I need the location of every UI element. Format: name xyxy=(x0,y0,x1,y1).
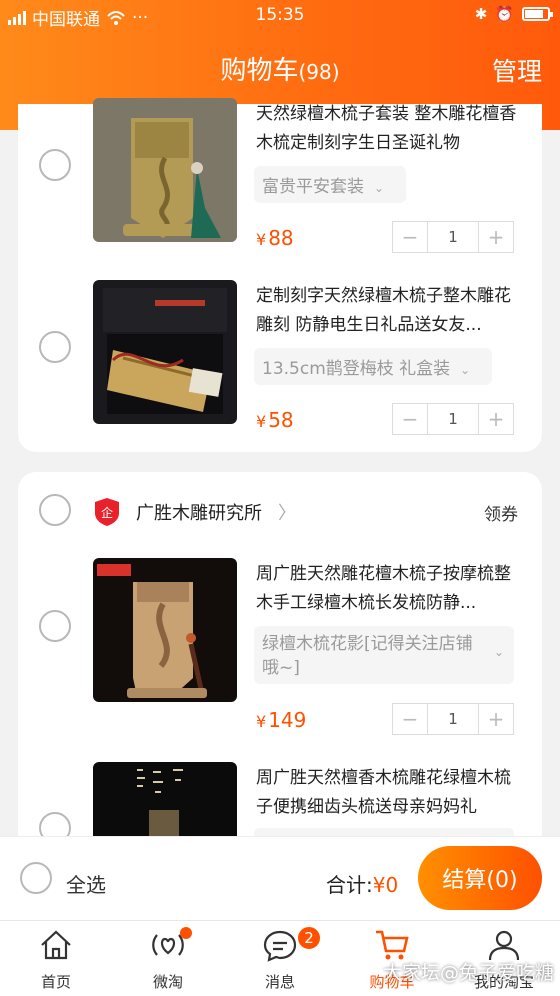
battery-icon xyxy=(522,7,553,21)
decrease-button[interactable]: − xyxy=(393,704,427,734)
sku-label: 13.5cm鹊登梅枝 礼盒装 xyxy=(262,359,451,379)
increase-button[interactable]: + xyxy=(479,222,513,252)
svg-text:企: 企 xyxy=(101,505,113,520)
product-title[interactable]: 天然绿檀木梳子套装 整木雕花檀香木梳定制刻字生日圣诞礼物 xyxy=(256,100,518,158)
product-image[interactable] xyxy=(93,98,237,242)
manage-button[interactable]: 管理 xyxy=(492,52,542,88)
price-currency: ¥ xyxy=(256,412,267,431)
coupon-button[interactable]: 领券 xyxy=(484,500,518,525)
sku-label: 绿檀木梳花影[记得关注店铺哦~] xyxy=(262,634,473,678)
sku-label: 富贵平安套装 xyxy=(262,177,364,197)
enterprise-shop-icon: 企 xyxy=(95,498,119,526)
chevron-down-icon: ⌄ xyxy=(374,181,385,195)
decrease-button[interactable]: − xyxy=(393,222,427,252)
product-title[interactable]: 周广胜天然檀香木梳雕花绿檀木梳子便携细齿头梳送母亲妈妈礼 xyxy=(256,764,518,822)
chevron-down-icon: ⌄ xyxy=(493,645,504,659)
tab-home[interactable]: 首页 xyxy=(0,921,112,996)
item-select-checkbox[interactable] xyxy=(39,331,71,363)
item-select-checkbox[interactable] xyxy=(39,610,71,642)
increase-button[interactable]: + xyxy=(479,704,513,734)
sku-selector[interactable]: 绿檀木梳花影[记得关注店铺哦~] ⌄ xyxy=(254,626,514,684)
status-bar: 中国联通 ··· 15:35 ✱ ⏰ xyxy=(0,0,560,32)
page-title: 购物车(98) xyxy=(0,50,560,87)
sku-selector[interactable]: 13.5cm鹊登梅枝 礼盒装 ⌄ xyxy=(254,348,492,385)
bluetooth-icon: ✱ xyxy=(474,5,488,23)
price-value: 88 xyxy=(268,226,294,250)
select-all-checkbox[interactable] xyxy=(20,862,52,894)
increase-button[interactable]: + xyxy=(479,404,513,434)
message-icon xyxy=(263,930,297,962)
page-title-text: 购物车 xyxy=(220,56,299,86)
total-price: 合计:¥0 xyxy=(326,869,398,898)
price-currency: ¥ xyxy=(256,712,267,731)
alarm-icon: ⏰ xyxy=(495,5,514,23)
total-label: 合计: xyxy=(326,873,373,897)
quantity-stepper[interactable]: − 1 + xyxy=(392,703,514,735)
checkout-button[interactable]: 结算(0) xyxy=(418,846,542,910)
product-image[interactable] xyxy=(93,558,237,702)
cart-count: (98) xyxy=(298,60,340,84)
home-icon xyxy=(41,930,71,960)
quantity-stepper[interactable]: − 1 + xyxy=(392,221,514,253)
chevron-right-icon[interactable]: 〉 xyxy=(278,499,296,525)
price-value: 149 xyxy=(268,708,307,732)
product-price: ¥149 xyxy=(256,708,306,732)
tab-label: 消息 xyxy=(264,973,295,991)
product-price: ¥88 xyxy=(256,226,294,250)
watermark-text: 大家坛@兔子爱吃糖 xyxy=(382,962,554,984)
price-currency: ¥ xyxy=(256,230,267,249)
item-select-checkbox[interactable] xyxy=(39,149,71,181)
status-right: ✱ ⏰ xyxy=(474,5,553,23)
tab-label: 首页 xyxy=(40,973,71,991)
product-price: ¥58 xyxy=(256,408,294,432)
shop-select-checkbox[interactable] xyxy=(39,494,71,526)
price-value: 58 xyxy=(268,408,294,432)
quantity-stepper[interactable]: − 1 + xyxy=(392,403,514,435)
quantity-value[interactable]: 1 xyxy=(427,704,479,734)
chevron-down-icon: ⌄ xyxy=(460,363,471,377)
quantity-value[interactable]: 1 xyxy=(427,222,479,252)
tab-weitao[interactable]: 微淘 xyxy=(112,921,224,996)
quantity-value[interactable]: 1 xyxy=(427,404,479,434)
tab-messages[interactable]: 2 消息 xyxy=(224,921,336,996)
product-title[interactable]: 定制刻字天然绿檀木梳子整木雕花雕刻 防静电生日礼品送女友... xyxy=(256,282,518,340)
product-image[interactable] xyxy=(93,280,237,424)
sku-selector[interactable]: 富贵平安套装 ⌄ xyxy=(254,166,406,203)
notification-dot xyxy=(180,927,192,939)
tab-label: 微淘 xyxy=(152,973,183,991)
message-badge: 2 xyxy=(296,925,322,951)
total-value: ¥0 xyxy=(372,873,399,897)
product-title[interactable]: 周广胜天然雕花檀木梳子按摩梳整木手工绿檀木梳长发梳防静... xyxy=(256,560,518,618)
shop-name-link[interactable]: 广胜木雕研究所 xyxy=(136,499,262,525)
decrease-button[interactable]: − xyxy=(393,404,427,434)
product-image[interactable] xyxy=(93,762,237,836)
select-all-label[interactable]: 全选 xyxy=(66,869,106,898)
